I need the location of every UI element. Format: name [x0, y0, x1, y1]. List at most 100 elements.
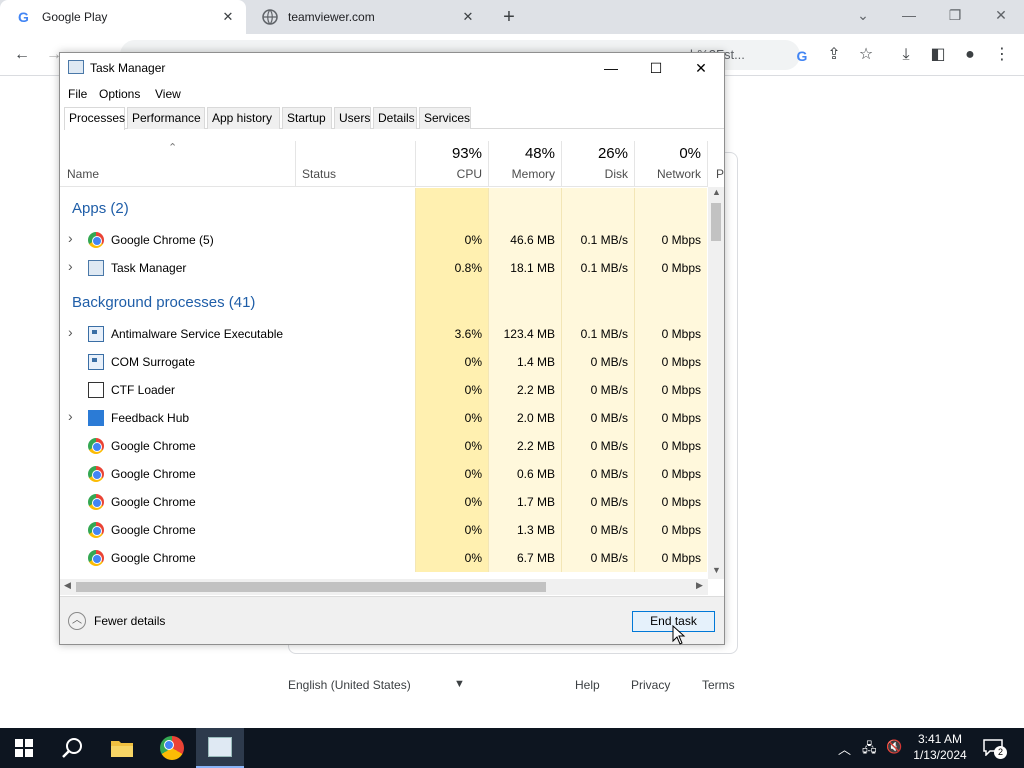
side-panel-icon[interactable]: ◧: [928, 45, 948, 65]
tab-services[interactable]: Services: [419, 107, 471, 129]
horizontal-scroll-thumb[interactable]: [76, 582, 546, 592]
show-hidden-icons-chevron[interactable]: ︿: [838, 739, 851, 758]
chevron-up-icon: ︿: [68, 612, 86, 630]
column-power[interactable]: P: [707, 141, 727, 187]
task-manager-taskbar-button[interactable]: [196, 728, 244, 768]
google-lens-icon[interactable]: G: [792, 46, 812, 66]
close-icon[interactable]: ✕: [678, 57, 724, 79]
bookmark-star-icon[interactable]: ☆: [856, 45, 876, 65]
title-bar[interactable]: Task Manager — ☐ ✕: [60, 53, 724, 83]
process-row[interactable]: Google Chrome 0% 6.7 MB 0 MB/s 0 Mbps: [60, 544, 708, 572]
volume-muted-icon[interactable]: 🔇: [886, 739, 902, 755]
process-row[interactable]: Google Chrome 0% 0.6 MB 0 MB/s 0 Mbps: [60, 460, 708, 488]
process-row[interactable]: Google Chrome 0% 2.2 MB 0 MB/s 0 Mbps: [60, 432, 708, 460]
new-tab-button[interactable]: +: [498, 6, 520, 28]
process-memory: 1.7 MB: [516, 495, 555, 509]
process-row[interactable]: › Google Chrome (5) 0% 46.6 MB 0.1 MB/s 0 Mbp…: [60, 226, 708, 254]
menu-options[interactable]: Options: [99, 87, 140, 101]
notification-center-icon[interactable]: 2: [982, 738, 1007, 759]
column-name[interactable]: Name: [60, 141, 295, 187]
process-cpu: 0%: [464, 233, 482, 247]
network-icon[interactable]: 🖧: [862, 739, 877, 761]
profile-avatar-icon[interactable]: ●: [960, 45, 980, 65]
menu-view[interactable]: View: [155, 87, 181, 101]
expand-chevron-icon[interactable]: ›: [68, 230, 73, 246]
process-disk: 0.1 MB/s: [580, 233, 628, 247]
process-network: 0 Mbps: [661, 411, 701, 425]
mouse-cursor-icon: [672, 625, 686, 645]
column-disk[interactable]: 26% Disk: [561, 141, 634, 187]
search-button[interactable]: [48, 728, 96, 768]
help-link[interactable]: Help: [575, 678, 600, 692]
minimize-icon[interactable]: —: [588, 57, 634, 79]
expand-chevron-icon[interactable]: ›: [68, 324, 73, 340]
maximize-icon[interactable]: ☐: [633, 57, 679, 79]
terms-link[interactable]: Terms: [702, 678, 735, 692]
tab-search-icon[interactable]: ⌄: [848, 5, 878, 25]
scroll-right-icon[interactable]: ▶: [696, 580, 703, 591]
language-selector[interactable]: English (United States) ▼: [288, 678, 465, 692]
restore-icon[interactable]: ❐: [940, 5, 970, 25]
column-status[interactable]: Status: [295, 141, 415, 187]
expand-chevron-icon[interactable]: ›: [68, 258, 73, 274]
process-network: 0 Mbps: [661, 233, 701, 247]
process-row[interactable]: CTF Loader 0% 2.2 MB 0 MB/s 0 Mbps: [60, 376, 708, 404]
process-row[interactable]: Google Chrome 0% 1.3 MB 0 MB/s 0 Mbps: [60, 516, 708, 544]
close-tab-icon[interactable]: ✕: [460, 9, 476, 25]
column-network[interactable]: 0% Network: [634, 141, 707, 187]
column-cpu[interactable]: 93% CPU: [415, 141, 488, 187]
tab-app-history[interactable]: App history: [207, 107, 280, 129]
disk-percent: 26%: [597, 145, 628, 162]
globe-icon: [262, 9, 278, 25]
browser-tab-teamviewer[interactable]: teamviewer.com ✕: [246, 0, 486, 34]
cell-bg: [488, 282, 561, 320]
system-clock[interactable]: 3:41 AM 1/13/2024: [910, 731, 970, 763]
back-arrow-icon[interactable]: ←: [12, 45, 32, 65]
horizontal-scrollbar[interactable]: ◀ ▶: [60, 579, 708, 595]
tab-details[interactable]: Details: [373, 107, 417, 129]
close-tab-icon[interactable]: ✕: [220, 9, 236, 25]
privacy-link[interactable]: Privacy: [631, 678, 670, 692]
start-button[interactable]: [0, 728, 48, 768]
process-row[interactable]: › Task Manager 0.8% 18.1 MB 0.1 MB/s 0 Mbps: [60, 254, 708, 282]
minimize-icon[interactable]: —: [894, 5, 924, 25]
scroll-down-icon[interactable]: ▼: [712, 565, 721, 575]
column-memory[interactable]: 48% Memory: [488, 141, 561, 187]
process-memory: 18.1 MB: [510, 261, 555, 275]
process-name: Antimalware Service Executable: [111, 327, 284, 341]
process-row[interactable]: › Feedback Hub 0% 2.0 MB 0 MB/s 0 Mbps: [60, 404, 708, 432]
close-window-icon[interactable]: ✕: [986, 5, 1016, 25]
file-explorer-button[interactable]: [98, 728, 146, 768]
tab-users[interactable]: Users: [334, 107, 371, 129]
tab-startup[interactable]: Startup: [282, 107, 332, 129]
svg-text:G: G: [18, 9, 29, 25]
tab-processes[interactable]: Processes: [64, 107, 125, 130]
chrome-icon: [88, 438, 104, 454]
chrome-taskbar-button[interactable]: [148, 728, 196, 768]
tab-title: Google Play: [42, 10, 108, 24]
process-memory: 2.2 MB: [516, 439, 555, 453]
expand-chevron-icon[interactable]: ›: [68, 408, 73, 424]
share-icon[interactable]: ⇪: [824, 45, 844, 65]
browser-tab-google-play[interactable]: G Google Play ✕: [0, 0, 246, 34]
process-row[interactable]: COM Surrogate 0% 1.4 MB 0 MB/s 0 Mbps: [60, 348, 708, 376]
process-name: Google Chrome: [111, 551, 196, 565]
fewer-details-button[interactable]: ︿ Fewer details: [68, 611, 165, 631]
vertical-scroll-thumb[interactable]: [711, 203, 721, 241]
scroll-left-icon[interactable]: ◀: [64, 580, 71, 591]
process-memory: 1.3 MB: [516, 523, 555, 537]
menu-file[interactable]: File: [68, 87, 87, 101]
scroll-up-icon[interactable]: ▲: [712, 187, 721, 197]
group-header[interactable]: Background processes (41): [60, 282, 708, 320]
process-disk: 0 MB/s: [590, 523, 628, 537]
vertical-scrollbar[interactable]: ▲ ▼: [708, 187, 724, 579]
process-memory: 0.6 MB: [516, 467, 555, 481]
menu-kebab-icon[interactable]: ⋮: [992, 45, 1012, 65]
browser-tab-strip: G Google Play ✕ teamviewer.com ✕ + ⌄ — ❐…: [0, 0, 1024, 34]
network-label: Network: [656, 167, 701, 181]
tab-performance[interactable]: Performance: [127, 107, 205, 129]
download-icon[interactable]: ⤓: [896, 45, 916, 65]
process-row[interactable]: › Antimalware Service Executable 3.6% 123.4…: [60, 320, 708, 348]
group-header[interactable]: Apps (2): [60, 188, 708, 226]
process-row[interactable]: Google Chrome 0% 1.7 MB 0 MB/s 0 Mbps: [60, 488, 708, 516]
